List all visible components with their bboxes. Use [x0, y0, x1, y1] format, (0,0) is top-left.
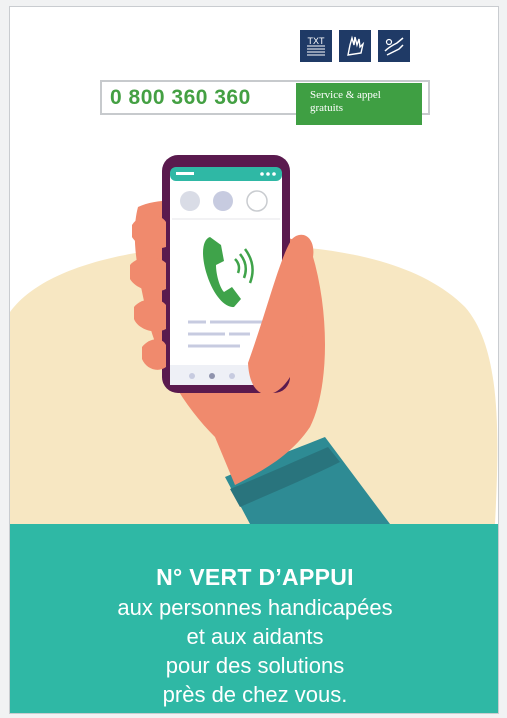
subtitle-line-4: près de chez vous.	[162, 682, 348, 707]
poster: TXT 0 800 360 360 Service & appel gratui	[9, 6, 499, 714]
service-line-1: Service & appel	[310, 89, 381, 101]
subtitle-line-2: et aux aidants	[186, 624, 324, 649]
accessibility-icons: TXT	[299, 29, 411, 63]
sign-language-icon	[338, 29, 372, 63]
free-service-badge: Service & appel gratuits	[296, 83, 422, 125]
txt-label: TXT	[308, 36, 326, 46]
phone-number[interactable]: 0 800 360 360	[110, 86, 251, 110]
free-phone-banner: 0 800 360 360 Service & appel gratuits	[100, 80, 430, 125]
cued-speech-icon	[377, 29, 411, 63]
subtitle-line-1: aux personnes handicapées	[117, 595, 393, 620]
subtitle-line-3: pour des solutions	[165, 653, 345, 678]
service-line-2: gratuits	[310, 102, 343, 114]
txt-relay-icon: TXT	[299, 29, 333, 63]
headline: N° VERT D’APPUI	[156, 564, 354, 590]
